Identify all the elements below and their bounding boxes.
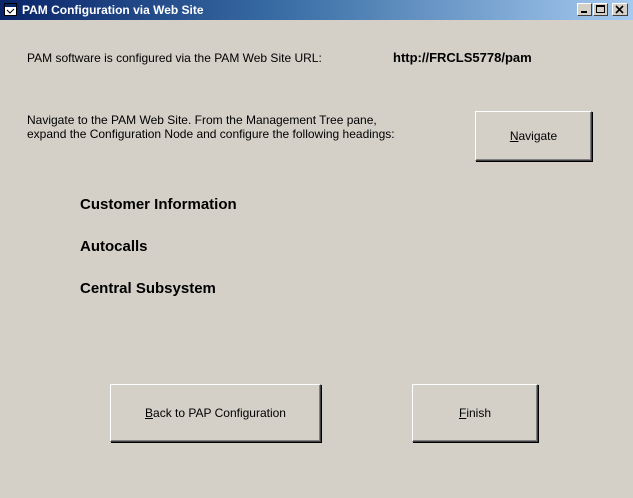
finish-label: inish [466, 406, 492, 420]
heading-autocalls: Autocalls [80, 238, 148, 255]
instructions-text: Navigate to the PAM Web Site. From the M… [27, 113, 395, 141]
minimize-button[interactable] [577, 3, 592, 16]
close-button[interactable] [612, 3, 628, 16]
back-label: ack to PAP Configuration [153, 406, 286, 420]
heading-customer-information: Customer Information [80, 196, 237, 213]
heading-central-subsystem: Central Subsystem [80, 280, 216, 297]
title-bar[interactable]: PAM Configuration via Web Site [0, 0, 633, 20]
navigate-button[interactable]: Navigate [475, 111, 592, 161]
window-app-icon [4, 3, 17, 16]
back-accel: B [145, 406, 154, 420]
maximize-button[interactable] [593, 3, 608, 16]
navigate-label: avigate [518, 129, 558, 143]
finish-button[interactable]: Finish [412, 384, 538, 442]
back-to-pap-configuration-button[interactable]: Back to PAP Configuration [110, 384, 321, 442]
intro-label: PAM software is configured via the PAM W… [27, 51, 322, 65]
window-title: PAM Configuration via Web Site [22, 3, 204, 17]
pam-url: http://FRCLS5778/pam [393, 50, 532, 65]
